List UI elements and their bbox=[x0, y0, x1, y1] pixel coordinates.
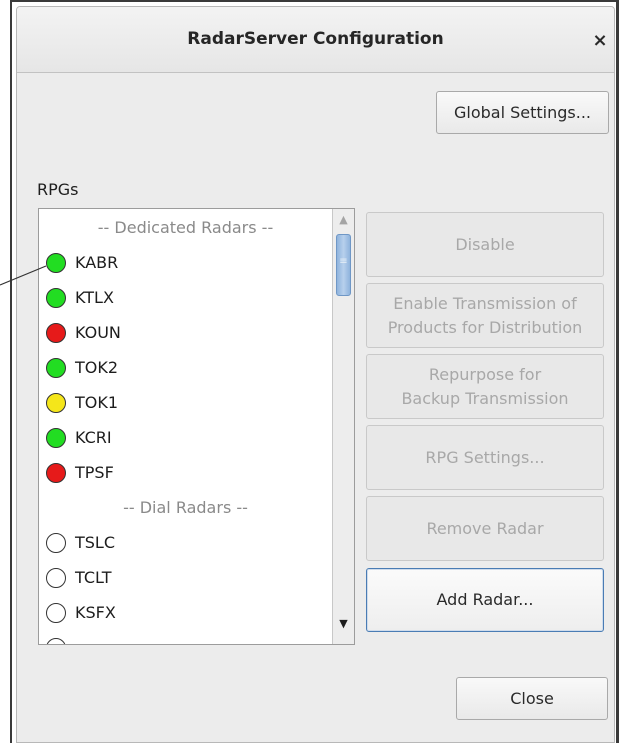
button-label-line: Backup Transmission bbox=[401, 388, 569, 408]
status-indicator-icon bbox=[46, 252, 66, 273]
status-indicator-icon bbox=[46, 462, 66, 483]
status-indicator-icon bbox=[46, 427, 66, 448]
list-item-tclt[interactable]: TCLT bbox=[39, 560, 332, 595]
radar-name: KABR bbox=[75, 253, 119, 272]
status-indicator-icon bbox=[46, 637, 66, 644]
repurpose-button[interactable]: Repurpose for Backup Transmission bbox=[366, 354, 604, 419]
remove-radar-button[interactable]: Remove Radar bbox=[366, 496, 604, 561]
rpgs-label: RPGs bbox=[37, 180, 79, 199]
radar-name: TCLT bbox=[75, 568, 112, 587]
rpg-list[interactable]: -- Dedicated Radars -- KABR KTLX KOUN TO… bbox=[38, 208, 355, 645]
list-item-tslc[interactable]: TSLC bbox=[39, 525, 332, 560]
scroll-up-arrow-icon[interactable]: ▲ bbox=[333, 209, 354, 231]
status-indicator-icon bbox=[46, 322, 66, 343]
list-item-kcri[interactable]: KCRI bbox=[39, 420, 332, 455]
dedicated-radars-header: -- Dedicated Radars -- bbox=[97, 218, 274, 237]
title-bar[interactable]: RadarServer Configuration × bbox=[17, 7, 614, 73]
status-indicator-icon bbox=[46, 287, 66, 308]
add-radar-button[interactable]: Add Radar... bbox=[366, 568, 604, 632]
list-item-partial[interactable] bbox=[39, 630, 332, 644]
background-window-edge-left bbox=[10, 0, 12, 743]
status-indicator-icon bbox=[46, 392, 66, 413]
radar-name: TOK2 bbox=[75, 358, 119, 377]
button-label-line: Products for Distribution bbox=[387, 317, 583, 337]
global-settings-button[interactable]: Global Settings... bbox=[436, 91, 609, 134]
scroll-thumb[interactable]: ≡ bbox=[336, 234, 351, 296]
button-label-line: Enable Transmission of bbox=[393, 293, 577, 313]
list-item-ktlx[interactable]: KTLX bbox=[39, 280, 332, 315]
radar-name: KCRI bbox=[75, 428, 112, 447]
list-scrollbar[interactable]: ▲ ≡ ▼ bbox=[332, 209, 354, 644]
radar-name: KSFX bbox=[75, 603, 116, 622]
close-icon[interactable]: × bbox=[589, 30, 611, 52]
close-button[interactable]: Close bbox=[456, 677, 608, 720]
dial-radars-header: -- Dial Radars -- bbox=[123, 498, 248, 517]
background-window-edge-top bbox=[10, 0, 619, 2]
radar-name: KTLX bbox=[75, 288, 114, 307]
status-indicator-icon bbox=[46, 532, 66, 553]
rpg-settings-button[interactable]: RPG Settings... bbox=[366, 425, 604, 490]
list-item-tok2[interactable]: TOK2 bbox=[39, 350, 332, 385]
status-indicator-icon bbox=[46, 602, 66, 623]
grip-icon: ≡ bbox=[339, 256, 348, 267]
radar-name: TSLC bbox=[75, 533, 116, 552]
radarserver-config-dialog: RadarServer Configuration × Global Setti… bbox=[16, 6, 615, 743]
button-label-line: Repurpose for bbox=[428, 364, 542, 384]
enable-transmission-button[interactable]: Enable Transmission of Products for Dist… bbox=[366, 283, 604, 348]
radar-name: TOK1 bbox=[75, 393, 119, 412]
list-item-ksfx[interactable]: KSFX bbox=[39, 595, 332, 630]
disable-button[interactable]: Disable bbox=[366, 212, 604, 277]
radar-name: KOUN bbox=[75, 323, 121, 342]
status-indicator-icon bbox=[46, 567, 66, 588]
list-item-kabr[interactable]: KABR bbox=[39, 245, 332, 280]
list-item-tpsf[interactable]: TPSF bbox=[39, 455, 332, 490]
list-item-koun[interactable]: KOUN bbox=[39, 315, 332, 350]
list-item-tok1[interactable]: TOK1 bbox=[39, 385, 332, 420]
dialog-title: RadarServer Configuration bbox=[187, 29, 444, 49]
status-indicator-icon bbox=[46, 357, 66, 378]
radar-name: TPSF bbox=[75, 463, 114, 482]
scroll-down-arrow-icon[interactable]: ▼ bbox=[333, 612, 354, 636]
